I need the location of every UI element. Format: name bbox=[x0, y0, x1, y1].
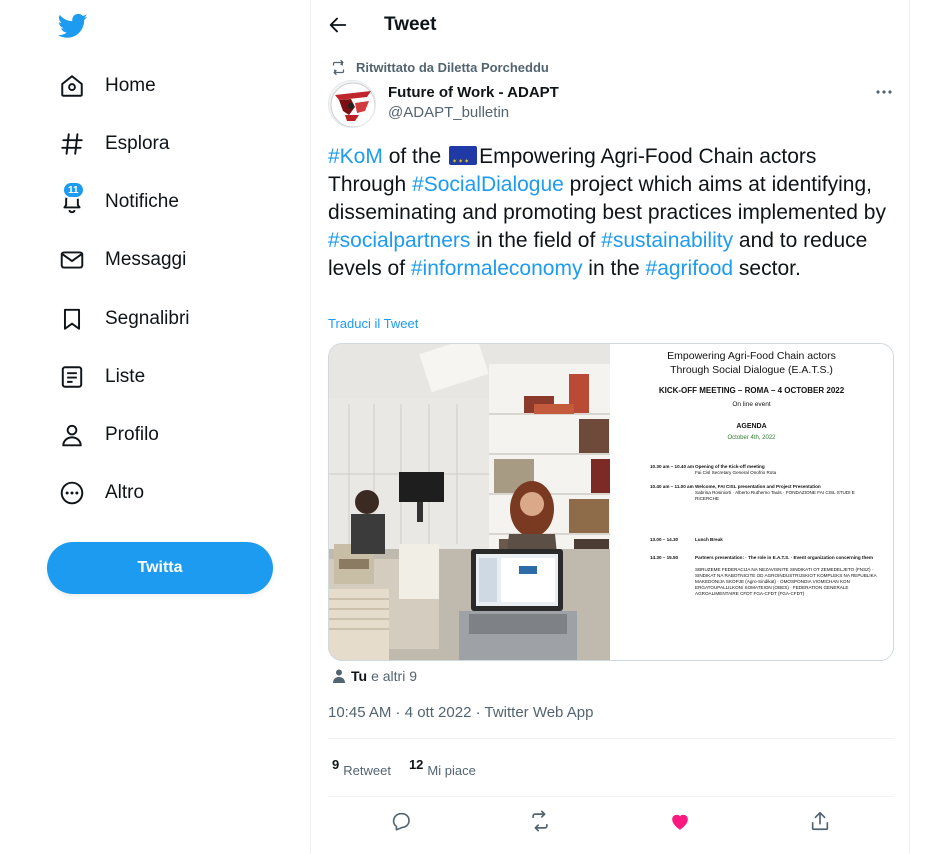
doc-row-time: 13.00 – 14.30 bbox=[650, 537, 679, 542]
retweet-icon[interactable] bbox=[529, 810, 551, 832]
tweet-timestamp[interactable]: 10:45 AM · 4 ott 2022 · Twitter Web App bbox=[328, 704, 593, 721]
sidebar-item-altro[interactable]: Altro bbox=[47, 468, 156, 518]
liked-by-rest: e altri 9 bbox=[371, 668, 417, 684]
more-circle-icon bbox=[59, 480, 85, 506]
doc-online-line: On line event bbox=[732, 401, 771, 408]
hashtag-icon bbox=[59, 131, 85, 157]
doc-agenda-heading: AGENDA bbox=[736, 423, 767, 430]
twitter-logo-icon[interactable] bbox=[57, 11, 88, 41]
hashtag-link[interactable]: #SocialDialogue bbox=[412, 173, 564, 196]
sidebar-item-profilo[interactable]: Profilo bbox=[47, 410, 171, 460]
divider bbox=[328, 796, 894, 797]
person-small-icon bbox=[333, 669, 345, 683]
doc-row-time: 14.30 – 15.50 bbox=[650, 555, 679, 560]
sidebar-item-label: Profilo bbox=[105, 424, 159, 445]
bell-icon: 11 bbox=[59, 181, 85, 215]
heart-icon[interactable] bbox=[669, 810, 691, 832]
sidebar-item-notifiche[interactable]: 11 Notifiche bbox=[47, 177, 191, 227]
sidebar-item-segnalibri[interactable]: Segnalibri bbox=[47, 294, 202, 344]
office-photo[interactable] bbox=[329, 344, 610, 660]
likes-count: 12 bbox=[408, 757, 424, 772]
author-name[interactable]: Future of Work - ADAPT bbox=[388, 84, 559, 101]
eu-flag-icon bbox=[449, 146, 478, 176]
doc-row-sub: Fai Cisl Secretary General Onofrio Rota bbox=[695, 470, 777, 475]
share-icon[interactable] bbox=[809, 810, 831, 832]
reply-icon[interactable] bbox=[390, 810, 412, 832]
sidebar-item-label: Messaggi bbox=[105, 249, 187, 270]
sidebar-item-esplora[interactable]: Esplora bbox=[47, 119, 181, 169]
translate-tweet-link[interactable]: Traduci il Tweet bbox=[328, 316, 418, 331]
home-icon bbox=[59, 73, 85, 99]
page-header: Tweet bbox=[311, 0, 911, 52]
doc-row-desc: Opening of the Kick-off meeting bbox=[695, 464, 765, 469]
doc-title-line1: Empowering Agri-Food Chain actors bbox=[667, 350, 836, 362]
bookmark-icon bbox=[59, 306, 85, 332]
liked-by-bold: Tu bbox=[351, 668, 368, 684]
doc-row-time: 10.30 am – 10.40 am bbox=[650, 464, 694, 469]
sidebar-item-label: Esplora bbox=[105, 133, 170, 154]
sidebar-item-label: Segnalibri bbox=[105, 308, 190, 329]
author-handle[interactable]: @ADAPT_bulletin bbox=[388, 104, 509, 121]
likes-stat[interactable]: 12 Mi piace bbox=[408, 757, 476, 778]
retweets-stat[interactable]: 9 Retweet bbox=[332, 757, 391, 778]
tweet-compose-button[interactable]: Twitta bbox=[47, 542, 273, 594]
doc-row-desc: Partners presentation: · The role in E.A… bbox=[695, 555, 873, 560]
back-arrow-icon[interactable] bbox=[327, 14, 349, 36]
avatar[interactable] bbox=[328, 80, 376, 128]
tweet-text-segment: in the bbox=[582, 257, 646, 280]
retweet-small-icon bbox=[332, 60, 345, 75]
sidebar-item-label: Home bbox=[105, 75, 156, 96]
tweet-actions bbox=[328, 806, 894, 836]
hashtag-link[interactable]: #KoM bbox=[328, 145, 383, 168]
retweeted-by-label: Ritwittato da Diletta Porcheddu bbox=[356, 60, 549, 75]
sidebar-item-label: Altro bbox=[105, 482, 145, 503]
sidebar: Home Esplora 11 Notifiche Messaggi Segna… bbox=[0, 0, 310, 854]
page-title: Tweet bbox=[384, 14, 437, 35]
doc-row-desc: Welcome, FAI CISL presentation and Proje… bbox=[695, 484, 821, 489]
doc-date-line: October 4th, 2022 bbox=[727, 435, 776, 441]
sidebar-item-liste[interactable]: Liste bbox=[47, 352, 157, 402]
tweet-text: #KoM of the Empowering Agri-Food Chain a… bbox=[328, 143, 898, 283]
likes-label: Mi piace bbox=[427, 763, 476, 778]
sidebar-item-messaggi[interactable]: Messaggi bbox=[47, 235, 198, 285]
tweet-text-segment: of the bbox=[382, 145, 448, 168]
tweet-text-segment: sector. bbox=[733, 257, 801, 280]
doc-row-sub: SBRUZEME FEDERACIJA NA NEZAVISNITE SINDI… bbox=[695, 567, 877, 596]
doc-agenda-row: 13.00 – 14.30 Lunch Break bbox=[650, 537, 880, 543]
list-icon bbox=[59, 364, 85, 390]
main-column: Tweet Ritwittato da Diletta Porcheddu Fu… bbox=[310, 0, 910, 854]
doc-row-sub: Sabrina Rosiniorti · Alberto Rutherno Ta… bbox=[695, 490, 855, 501]
doc-title-line2: Through Social Dialogue (E.A.T.S.) bbox=[670, 364, 833, 376]
sidebar-item-home[interactable]: Home bbox=[47, 61, 168, 111]
person-icon bbox=[59, 422, 85, 448]
notification-badge: 11 bbox=[62, 181, 85, 199]
doc-row-desc: Lunch Break bbox=[695, 537, 723, 542]
agenda-document[interactable]: Empowering Agri-Food Chain actors Throug… bbox=[610, 344, 893, 660]
hashtag-link[interactable]: #informaleconomy bbox=[411, 257, 583, 280]
doc-agenda-row: 10.40 am – 11.00 am Welcome, FAI CISL pr… bbox=[650, 484, 880, 502]
mail-icon bbox=[59, 247, 85, 273]
hashtag-link[interactable]: #socialpartners bbox=[328, 229, 470, 252]
more-options-icon[interactable] bbox=[873, 84, 895, 100]
doc-kickoff-line: KICK-OFF MEETING – ROMA – 4 OCTOBER 2022 bbox=[658, 386, 845, 395]
sidebar-item-label: Notifiche bbox=[105, 191, 179, 212]
sidebar-item-label: Liste bbox=[105, 366, 146, 387]
retweets-count: 9 bbox=[332, 757, 340, 772]
doc-agenda-row: 10.30 am – 10.40 am Opening of the Kick-… bbox=[650, 464, 880, 476]
retweets-label: Retweet bbox=[343, 763, 391, 778]
liked-by[interactable]: Tu e altri 9 bbox=[333, 668, 417, 684]
divider bbox=[328, 738, 894, 739]
hashtag-link[interactable]: #sustainability bbox=[601, 229, 733, 252]
retweeted-by[interactable]: Ritwittato da Diletta Porcheddu bbox=[329, 60, 549, 75]
tweet-text-segment: in the field of bbox=[470, 229, 602, 252]
doc-row-time: 10.40 am – 11.00 am bbox=[650, 484, 694, 489]
doc-agenda-row: 14.30 – 15.50 Partners presentation: · T… bbox=[650, 555, 880, 597]
tweet-stats: 9 Retweet 12 Mi piace bbox=[332, 757, 494, 778]
tweet-media[interactable]: Empowering Agri-Food Chain actors Throug… bbox=[328, 343, 894, 661]
hashtag-link[interactable]: #agrifood bbox=[646, 257, 734, 280]
